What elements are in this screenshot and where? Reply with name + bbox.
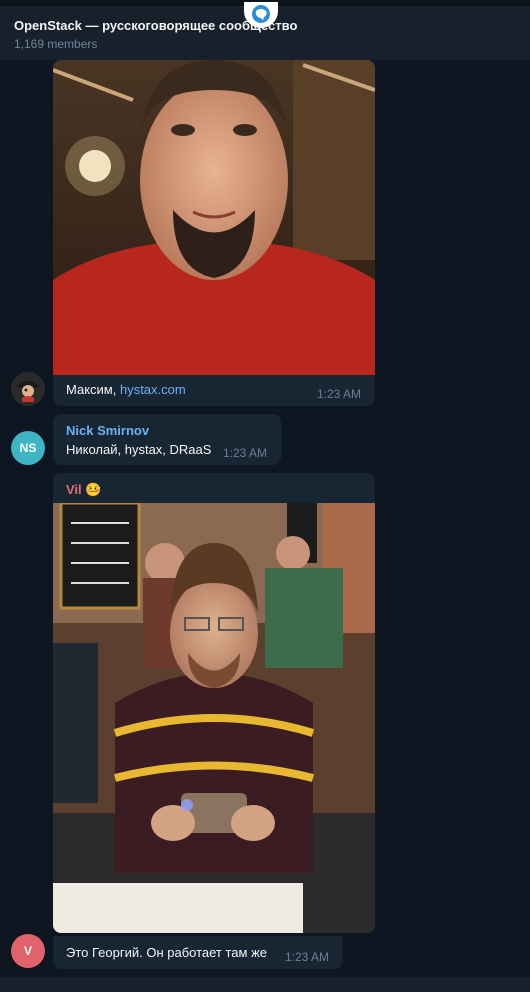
message-time: 1:23 AM (223, 446, 268, 460)
chat-bubble-icon (252, 5, 270, 23)
sender-name[interactable]: Vil 🤒 (66, 482, 101, 498)
message-caption: Максим, hystax.com (66, 382, 186, 397)
sender-avatar[interactable]: V (11, 934, 45, 968)
message-time: 1:23 AM (317, 387, 362, 401)
message-bubble[interactable]: Максим, hystax.com 1:23 AM (53, 60, 375, 406)
caption-link[interactable]: hystax.com (120, 382, 186, 397)
chat-header[interactable]: OpenStack — русскоговорящее сообщество 1… (0, 0, 530, 60)
sender-avatar[interactable] (11, 372, 45, 406)
composer-bar[interactable] (0, 977, 530, 992)
message-time: 1:23 AM (285, 950, 330, 964)
message-caption-bubble[interactable]: Это Георгий. Он работает там же 1:23 AM (53, 936, 343, 969)
message-photo[interactable] (53, 60, 375, 375)
message-photo[interactable] (53, 503, 375, 933)
sender-avatar[interactable]: NS (11, 431, 45, 465)
message-text: Николай, hystax, DRaaS (66, 442, 212, 457)
message-list[interactable]: Максим, hystax.com 1:23 AM Nick Smirnov … (0, 60, 530, 977)
sender-name[interactable]: Nick Smirnov (66, 423, 149, 438)
message-bubble[interactable]: Vil 🤒 (53, 473, 375, 933)
message-text: Это Георгий. Он работает там же (66, 945, 268, 960)
pirate-avatar-icon (11, 372, 45, 406)
message-bubble[interactable]: Nick Smirnov Николай, hystax, DRaaS 1:23… (53, 414, 281, 465)
member-count: 1,169 members (14, 37, 98, 51)
